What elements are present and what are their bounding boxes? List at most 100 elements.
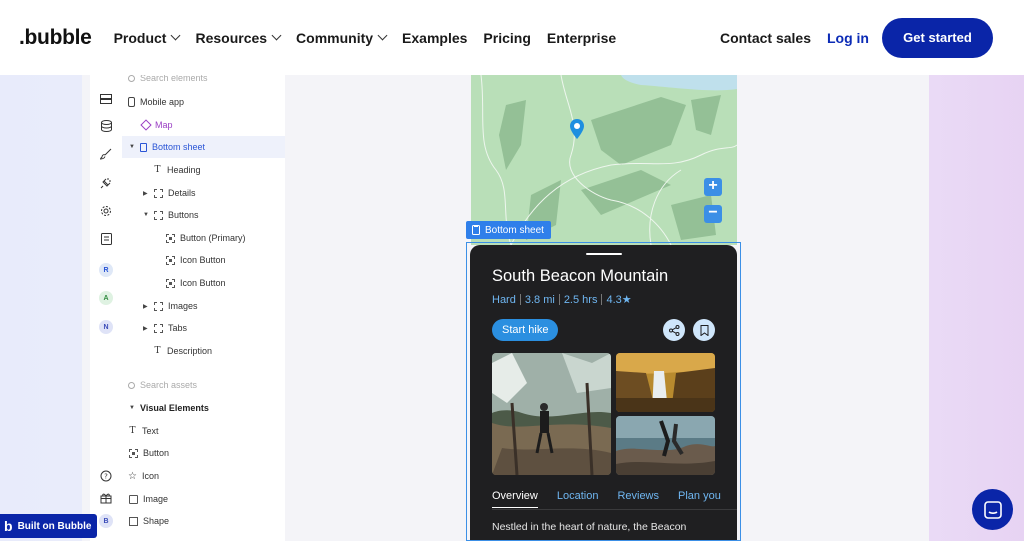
bookmark-icon: [700, 324, 708, 336]
trail-photo-rocks[interactable]: [616, 416, 715, 475]
log-in-link[interactable]: Log in: [827, 30, 869, 46]
asset-button[interactable]: Button: [122, 442, 285, 464]
avatar-b[interactable]: B: [98, 513, 114, 529]
bottom-sheet-icon: [472, 225, 480, 235]
menu-product-label: Product: [113, 29, 167, 46]
search-icon: [128, 75, 135, 82]
menu-enterprise[interactable]: Enterprise: [547, 30, 616, 46]
tree-item-tabs[interactable]: ▶ Tabs: [122, 317, 285, 339]
avatar-a[interactable]: A: [98, 290, 114, 306]
meta-divider: [519, 294, 521, 305]
tab-overview[interactable]: Overview: [492, 490, 538, 508]
tab-location[interactable]: Location: [557, 490, 599, 502]
start-hike-button[interactable]: Start hike: [492, 319, 559, 341]
sheet-drag-handle[interactable]: [586, 253, 622, 255]
main-menu: Product Resources Community Examples Pri…: [114, 30, 633, 46]
avatar-badge-label: R: [99, 263, 113, 277]
tree-item-label: Images: [168, 301, 198, 311]
zoom-in-button[interactable]: +: [704, 178, 722, 196]
tree-item-map[interactable]: Map: [122, 114, 285, 136]
chevron-down-icon: [171, 30, 181, 41]
menu-product[interactable]: Product: [113, 29, 181, 46]
database-icon[interactable]: [98, 118, 114, 134]
bookmark-button[interactable]: [693, 319, 715, 341]
trail-photo-waterfall[interactable]: [616, 353, 715, 412]
asset-shape[interactable]: Shape: [122, 510, 285, 532]
visual-elements-header[interactable]: ▼ Visual Elements: [122, 397, 285, 419]
tree-item-images[interactable]: ▶ Images: [122, 295, 285, 317]
selected-element-label-text: Bottom sheet: [485, 224, 544, 236]
tree-item-label: Icon Button: [180, 278, 226, 288]
logs-icon[interactable]: [98, 231, 114, 247]
asset-label: Text: [142, 426, 159, 436]
avatar-badge-label: A: [99, 291, 113, 305]
caret-down-icon: ▼: [129, 144, 135, 150]
photo-rocks-illustration: [616, 416, 715, 475]
menu-community[interactable]: Community: [296, 30, 388, 46]
trail-distance: 3.8 mi: [524, 293, 555, 306]
chevron-down-icon: [377, 30, 388, 41]
tree-item-label: Bottom sheet: [152, 142, 206, 152]
avatar-r[interactable]: R: [98, 262, 114, 278]
avatar-n[interactable]: N: [98, 319, 114, 335]
menu-resources[interactable]: Resources: [195, 30, 282, 46]
tree-item-label: Description: [167, 346, 213, 356]
caret-down-icon: ▼: [129, 405, 135, 411]
share-button[interactable]: [663, 319, 685, 341]
map-pin-icon[interactable]: [570, 119, 584, 144]
tree-item-label: Details: [168, 188, 196, 198]
menu-pricing[interactable]: Pricing: [483, 30, 530, 46]
menu-examples[interactable]: Examples: [402, 30, 467, 46]
asset-text[interactable]: T Text: [122, 420, 285, 442]
elements-search-input[interactable]: Search elements: [128, 75, 208, 85]
bottom-sheet[interactable]: South Beacon Mountain Hard 3.8 mi 2.5 hr…: [470, 245, 737, 541]
tree-item-label: Button (Primary): [180, 233, 246, 243]
asset-image[interactable]: Image: [122, 488, 285, 510]
tree-item-mobile-app[interactable]: Mobile app: [122, 91, 285, 113]
tree-item-buttons[interactable]: ▼ Buttons: [122, 204, 285, 226]
tree-item-icon-button[interactable]: Icon Button: [122, 272, 285, 294]
meta-divider: [601, 294, 603, 305]
asset-label: Shape: [143, 516, 170, 526]
get-started-button[interactable]: Get started: [882, 17, 993, 58]
tree-item-button-primary[interactable]: Button (Primary): [122, 227, 285, 249]
chat-launcher-button[interactable]: [972, 489, 1013, 530]
bubble-logo[interactable]: .bubble: [19, 26, 92, 50]
gear-icon[interactable]: [98, 203, 114, 219]
trail-difficulty: Hard: [492, 293, 516, 306]
asset-icon[interactable]: ☆ Icon: [122, 465, 285, 487]
group-icon: [154, 301, 163, 311]
tree-item-details[interactable]: ▶ Details: [122, 182, 285, 204]
image-icon: [129, 494, 138, 504]
tree-item-bottom-sheet[interactable]: ▼ Bottom sheet: [122, 136, 285, 158]
caret-right-icon: ▶: [143, 303, 148, 310]
help-icon[interactable]: ?: [98, 468, 114, 484]
contact-sales-link[interactable]: Contact sales: [720, 30, 811, 46]
gift-icon[interactable]: [98, 490, 114, 506]
trail-photo-hiker[interactable]: [492, 353, 611, 475]
brush-icon[interactable]: [98, 146, 114, 162]
assets-search-input[interactable]: Search assets: [128, 378, 197, 392]
map-element[interactable]: + −: [471, 75, 737, 245]
tree-item-label: Heading: [167, 165, 201, 175]
phone-icon: [128, 97, 135, 107]
tree-item-heading[interactable]: T Heading: [122, 159, 285, 181]
zoom-out-button[interactable]: −: [704, 205, 722, 223]
built-on-bubble-badge[interactable]: b Built on Bubble: [0, 514, 97, 538]
trail-tabs: Overview Location Reviews Plan you: [492, 490, 737, 508]
plug-icon[interactable]: [98, 175, 114, 191]
group-icon: [154, 210, 163, 220]
trail-description: Nestled in the heart of nature, the Beac…: [492, 521, 687, 533]
trail-duration: 2.5 hrs: [563, 293, 598, 306]
meta-divider: [558, 294, 560, 305]
svg-text:?: ?: [104, 473, 108, 481]
tab-reviews[interactable]: Reviews: [617, 490, 659, 502]
tree-item-description[interactable]: T Description: [122, 340, 285, 362]
tree-item-label: Tabs: [168, 323, 188, 333]
asset-label: Image: [143, 494, 169, 504]
selected-element-label[interactable]: Bottom sheet: [466, 221, 551, 239]
layers-icon[interactable]: [98, 91, 114, 107]
tree-item-icon-button[interactable]: Icon Button: [122, 249, 285, 271]
chat-icon: [983, 500, 1002, 519]
tab-plan[interactable]: Plan you: [678, 490, 721, 502]
